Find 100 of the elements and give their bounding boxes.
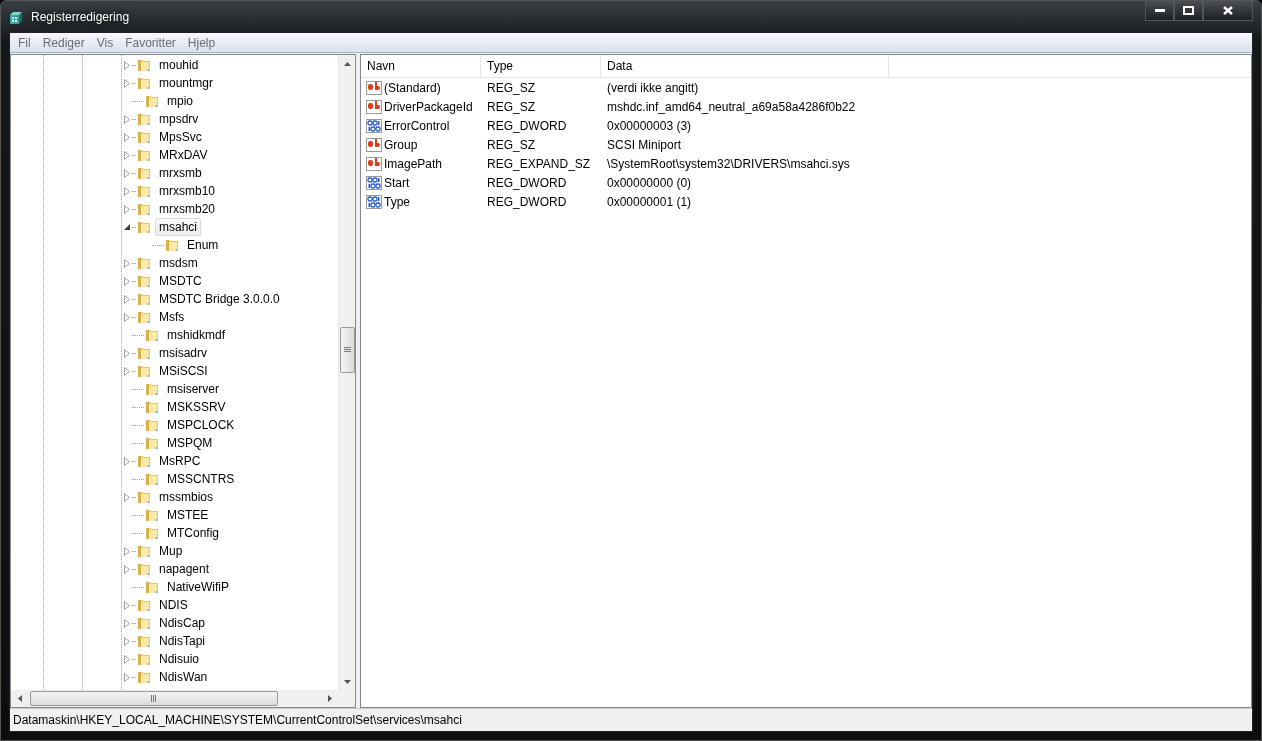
- column-header[interactable]: Data: [601, 55, 889, 77]
- tree-node[interactable]: MpsSvc: [155, 128, 206, 146]
- tree-node[interactable]: MSPCLOCK: [163, 416, 239, 434]
- tree-node[interactable]: MSTEE: [163, 506, 213, 524]
- scroll-up-icon[interactable]: [343, 61, 351, 66]
- tree-node[interactable]: msisadrv: [155, 344, 211, 362]
- folder-icon: [136, 165, 152, 181]
- collapsed-triangle-icon[interactable]: [124, 618, 130, 628]
- vertical-scrollbar[interactable]: [338, 55, 355, 690]
- collapsed-triangle-icon[interactable]: [124, 276, 130, 286]
- value-name[interactable]: ImagePath: [384, 156, 443, 171]
- scroll-thumb[interactable]: [339, 327, 355, 373]
- tree-node[interactable]: NdisTapi: [155, 632, 210, 650]
- tree-node[interactable]: napagent: [155, 560, 214, 578]
- collapsed-triangle-icon[interactable]: [124, 132, 130, 142]
- tree-node[interactable]: MSDTC Bridge 3.0.0.0: [155, 290, 284, 308]
- tree-node[interactable]: msiserver: [163, 380, 223, 398]
- tree-node[interactable]: MsRPC: [155, 452, 205, 470]
- collapsed-triangle-icon[interactable]: [124, 366, 130, 376]
- folder-icon: [136, 57, 152, 73]
- collapsed-triangle-icon[interactable]: [124, 654, 130, 664]
- tree-node[interactable]: MSPQM: [163, 434, 217, 452]
- column-header[interactable]: Navn: [361, 55, 481, 77]
- collapsed-triangle-icon[interactable]: [124, 492, 130, 502]
- scroll-left-icon[interactable]: [17, 695, 22, 702]
- value-name[interactable]: DriverPackageId: [384, 99, 473, 114]
- tree-node[interactable]: MRxDAV: [155, 146, 212, 164]
- tree-node[interactable]: MSiSCSI: [155, 362, 212, 380]
- collapsed-triangle-icon[interactable]: [124, 672, 130, 682]
- tree-node[interactable]: mpsdrv: [155, 110, 203, 128]
- tree-node[interactable]: Msfs: [155, 308, 189, 326]
- tree-node[interactable]: NdisWan: [155, 668, 212, 686]
- tree-node[interactable]: msahci: [155, 218, 201, 236]
- scroll-down-icon[interactable]: [343, 679, 351, 684]
- collapsed-triangle-icon[interactable]: [124, 78, 130, 88]
- tree-node[interactable]: mouhid: [155, 56, 203, 74]
- tree-node[interactable]: MSDTC: [155, 272, 206, 290]
- collapsed-triangle-icon[interactable]: [124, 60, 130, 70]
- tree-node[interactable]: mpio: [163, 92, 197, 110]
- collapsed-triangle-icon[interactable]: [124, 114, 130, 124]
- tree-node[interactable]: mrxsmb10: [155, 182, 219, 200]
- value-name[interactable]: ErrorControl: [384, 118, 450, 133]
- menu-item[interactable]: Favoritter: [119, 35, 182, 50]
- value-type: REG_EXPAND_SZ: [486, 156, 592, 171]
- folder-icon: [164, 237, 180, 253]
- folder-icon: [136, 561, 152, 577]
- tree-node[interactable]: mrxsmb: [155, 164, 206, 182]
- tree-node[interactable]: Mup: [155, 542, 187, 560]
- minimize-button[interactable]: [1145, 1, 1174, 21]
- menu-item[interactable]: Hjelp: [181, 35, 222, 50]
- folder-icon: [144, 471, 160, 487]
- string-value-icon: [366, 155, 382, 172]
- tree-node[interactable]: mountmgr: [155, 74, 218, 92]
- maximize-button[interactable]: [1174, 1, 1203, 21]
- value-data: SCSI Miniport: [606, 137, 683, 152]
- tree-node[interactable]: NDIS: [155, 596, 192, 614]
- value-data: 0x00000003 (3): [606, 118, 693, 133]
- value-data: mshdc.inf_amd64_neutral_a69a58a4286f0b22: [606, 99, 857, 114]
- tree-node[interactable]: NativeWifiP: [163, 578, 233, 596]
- expanded-triangle-icon[interactable]: [124, 224, 130, 230]
- value-name[interactable]: (Standard): [384, 80, 441, 95]
- folder-icon: [136, 345, 152, 361]
- collapsed-triangle-icon[interactable]: [124, 312, 130, 322]
- close-button[interactable]: [1203, 1, 1253, 21]
- folder-icon: [136, 75, 152, 91]
- tree-node[interactable]: msdsm: [155, 254, 202, 272]
- tree-node[interactable]: MTConfig: [163, 524, 223, 542]
- value-name[interactable]: Type: [384, 194, 410, 209]
- horizontal-scrollbar[interactable]: [11, 690, 338, 707]
- collapsed-triangle-icon[interactable]: [124, 168, 130, 178]
- tree-node[interactable]: Enum: [183, 236, 223, 254]
- collapsed-triangle-icon[interactable]: [124, 564, 130, 574]
- folder-icon: [136, 255, 152, 271]
- folder-icon: [144, 327, 160, 343]
- collapsed-triangle-icon[interactable]: [124, 348, 130, 358]
- scroll-thumb[interactable]: [30, 691, 278, 706]
- scroll-right-icon[interactable]: [327, 695, 332, 702]
- value-name[interactable]: Start: [384, 175, 410, 190]
- collapsed-triangle-icon[interactable]: [124, 186, 130, 196]
- menu-item[interactable]: Rediger: [36, 35, 91, 50]
- value-name[interactable]: Group: [384, 137, 418, 152]
- tree-node[interactable]: mshidkmdf: [163, 326, 229, 344]
- collapsed-triangle-icon[interactable]: [124, 204, 130, 214]
- menu-item[interactable]: Fil: [12, 35, 37, 50]
- tree-node[interactable]: Ndisuio: [155, 650, 204, 668]
- collapsed-triangle-icon[interactable]: [124, 600, 130, 610]
- collapsed-triangle-icon[interactable]: [124, 258, 130, 268]
- collapsed-triangle-icon[interactable]: [124, 456, 130, 466]
- collapsed-triangle-icon[interactable]: [124, 636, 130, 646]
- tree-node[interactable]: NdisCap: [155, 614, 210, 632]
- tree-node[interactable]: mssmbios: [155, 488, 217, 506]
- tree-node[interactable]: MSKSSRV: [163, 398, 230, 416]
- collapsed-triangle-icon[interactable]: [124, 150, 130, 160]
- folder-icon: [136, 147, 152, 163]
- collapsed-triangle-icon[interactable]: [124, 546, 130, 556]
- menu-item[interactable]: Vis: [90, 35, 120, 50]
- tree-node[interactable]: MSSCNTRS: [163, 470, 239, 488]
- collapsed-triangle-icon[interactable]: [124, 294, 130, 304]
- column-header[interactable]: Type: [481, 55, 601, 77]
- tree-node[interactable]: mrxsmb20: [155, 200, 219, 218]
